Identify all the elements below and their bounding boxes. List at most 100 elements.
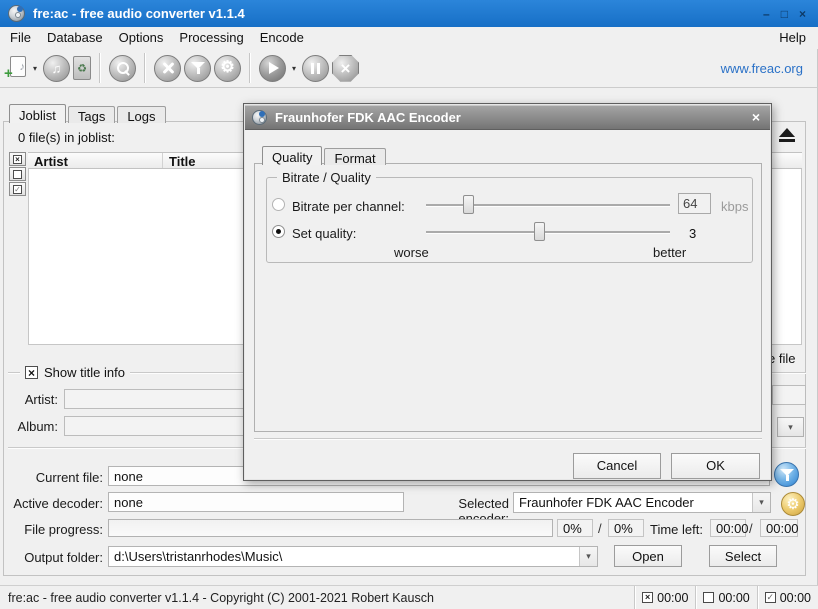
timer-value: 00:00 [657, 591, 688, 605]
maximize-button[interactable]: □ [781, 7, 788, 21]
chevron-down-icon[interactable] [579, 547, 597, 566]
select-all-tracks-button[interactable] [9, 152, 26, 166]
eject-drive-button[interactable] [776, 128, 798, 144]
selected-encoder-value: Fraunhofer FDK AAC Encoder [514, 495, 752, 510]
start-encoding-dropdown-arrow-icon[interactable] [289, 64, 299, 73]
bitrate-label: Bitrate per channel: [292, 199, 405, 214]
better-label: better [653, 245, 686, 260]
funnel-icon [780, 469, 794, 481]
close-button[interactable]: × [799, 7, 806, 21]
funnel-icon [191, 62, 205, 74]
start-encoding-button[interactable] [259, 55, 286, 82]
checkbox-checked-icon: × [25, 366, 38, 379]
menu-processing[interactable]: Processing [171, 27, 251, 49]
menu-help[interactable]: Help [769, 27, 816, 49]
dialog-close-button[interactable]: × [749, 109, 763, 125]
partial-covered-label: e file [768, 351, 795, 366]
toggle-track-selection-button[interactable] [9, 182, 26, 196]
pause-icon [311, 63, 320, 74]
search-icon [116, 61, 130, 75]
menubar: File Database Options Processing Encode … [0, 27, 818, 49]
joblist-count-text: 0 file(s) in joblist: [18, 130, 115, 145]
tools-icon [160, 60, 176, 76]
checkbox-x-icon [642, 592, 653, 603]
selected-encoder-combobox[interactable]: Fraunhofer FDK AAC Encoder [513, 492, 771, 513]
menu-database[interactable]: Database [39, 27, 111, 49]
play-icon [269, 62, 279, 74]
tab-joblist[interactable]: Joblist [9, 104, 66, 123]
output-folder-combobox[interactable]: d:\Users\tristanrhodes\Music\ [108, 546, 598, 567]
toolbar-separator [249, 53, 251, 83]
partial-covered-field[interactable] [772, 385, 806, 405]
file-percent-value: 0% [557, 519, 593, 537]
open-folder-button[interactable]: Open [614, 545, 682, 567]
tab-quality[interactable]: Quality [262, 146, 322, 165]
chevron-down-icon[interactable] [752, 493, 770, 512]
menu-encode[interactable]: Encode [252, 27, 312, 49]
time-left-value: 00:00 [710, 519, 746, 537]
menu-options[interactable]: Options [111, 27, 172, 49]
dialog-title: Fraunhofer FDK AAC Encoder [275, 110, 461, 125]
minimize-button[interactable]: – [763, 7, 770, 21]
main-tabs: Joblist Tags Logs [9, 104, 168, 123]
file-progress-label: File progress: [0, 522, 103, 537]
select-no-tracks-button[interactable] [9, 167, 26, 181]
select-folder-button[interactable]: Select [709, 545, 777, 567]
signal-processing-settings-button[interactable] [774, 462, 799, 487]
tab-format[interactable]: Format [324, 148, 385, 165]
stop-encoding-button[interactable] [332, 55, 359, 82]
statusbar: fre:ac - free audio converter v1.1.4 - C… [0, 585, 818, 609]
freac-website-link[interactable]: www.freac.org [721, 61, 813, 76]
show-title-info-toggle[interactable]: × Show title info [20, 365, 130, 380]
column-header-artist[interactable]: Artist [28, 153, 163, 168]
freac-logo-icon [252, 110, 267, 125]
toolbar: ♪ + www.freac.org [0, 49, 818, 88]
timer-value: 00:00 [780, 591, 811, 605]
statusbar-text: fre:ac - free audio converter v1.1.4 - C… [0, 591, 434, 605]
quality-slider-handle[interactable] [534, 222, 545, 241]
cancel-button[interactable]: Cancel [573, 453, 661, 479]
all-tracks-time: 00:00 [757, 586, 818, 609]
menu-file[interactable]: File [2, 27, 39, 49]
active-decoder-label: Active decoder: [0, 496, 103, 511]
signal-processing-button[interactable] [184, 55, 211, 82]
encoder-settings-button[interactable] [781, 492, 805, 516]
statusbar-timers: 00:00 00:00 00:00 [634, 586, 818, 609]
quality-value: 3 [689, 226, 696, 241]
tab-logs[interactable]: Logs [117, 106, 165, 123]
bitrate-unit-label: kbps [721, 199, 748, 214]
bitrate-radio[interactable] [272, 198, 285, 211]
output-folder-label: Output folder: [0, 550, 103, 565]
timer-value: 00:00 [718, 591, 749, 605]
set-quality-radio[interactable] [272, 225, 285, 238]
worse-label: worse [394, 245, 429, 260]
remove-all-entries-button[interactable] [73, 56, 91, 80]
add-files-dropdown-arrow-icon[interactable] [30, 64, 40, 73]
bitrate-value-field[interactable] [678, 193, 711, 214]
groupbox-title: Bitrate / Quality [277, 170, 376, 185]
set-quality-label: Set quality: [292, 226, 356, 241]
ok-button[interactable]: OK [671, 453, 760, 479]
partial-covered-dropdown-button[interactable] [777, 417, 804, 437]
bitrate-slider-handle[interactable] [463, 195, 474, 214]
time-total-value: 00:00 [760, 519, 798, 537]
add-files-button[interactable]: ♪ + [5, 55, 27, 81]
time-left-label: Time left: [650, 522, 706, 537]
time-separator: / [749, 521, 753, 536]
general-settings-button[interactable] [154, 55, 181, 82]
selected-tracks-time: 00:00 [634, 586, 695, 609]
dialog-tabs: Quality Format [262, 146, 388, 165]
toolbar-separator [99, 53, 101, 83]
configure-encoder-button[interactable] [214, 55, 241, 82]
output-folder-value: d:\Users\tristanrhodes\Music\ [109, 549, 579, 564]
percent-separator: / [598, 521, 602, 536]
window-titlebar: fre:ac - free audio converter v1.1.4 – □… [0, 0, 818, 27]
file-progress-bar [108, 519, 553, 537]
active-decoder-field [108, 492, 404, 512]
pause-encoding-button[interactable] [302, 55, 329, 82]
window-title: fre:ac - free audio converter v1.1.4 [33, 6, 245, 21]
query-cddb-button[interactable] [109, 55, 136, 82]
quality-slider-track[interactable] [426, 231, 670, 233]
tab-tags[interactable]: Tags [68, 106, 115, 123]
add-audio-cd-button[interactable] [43, 55, 70, 82]
